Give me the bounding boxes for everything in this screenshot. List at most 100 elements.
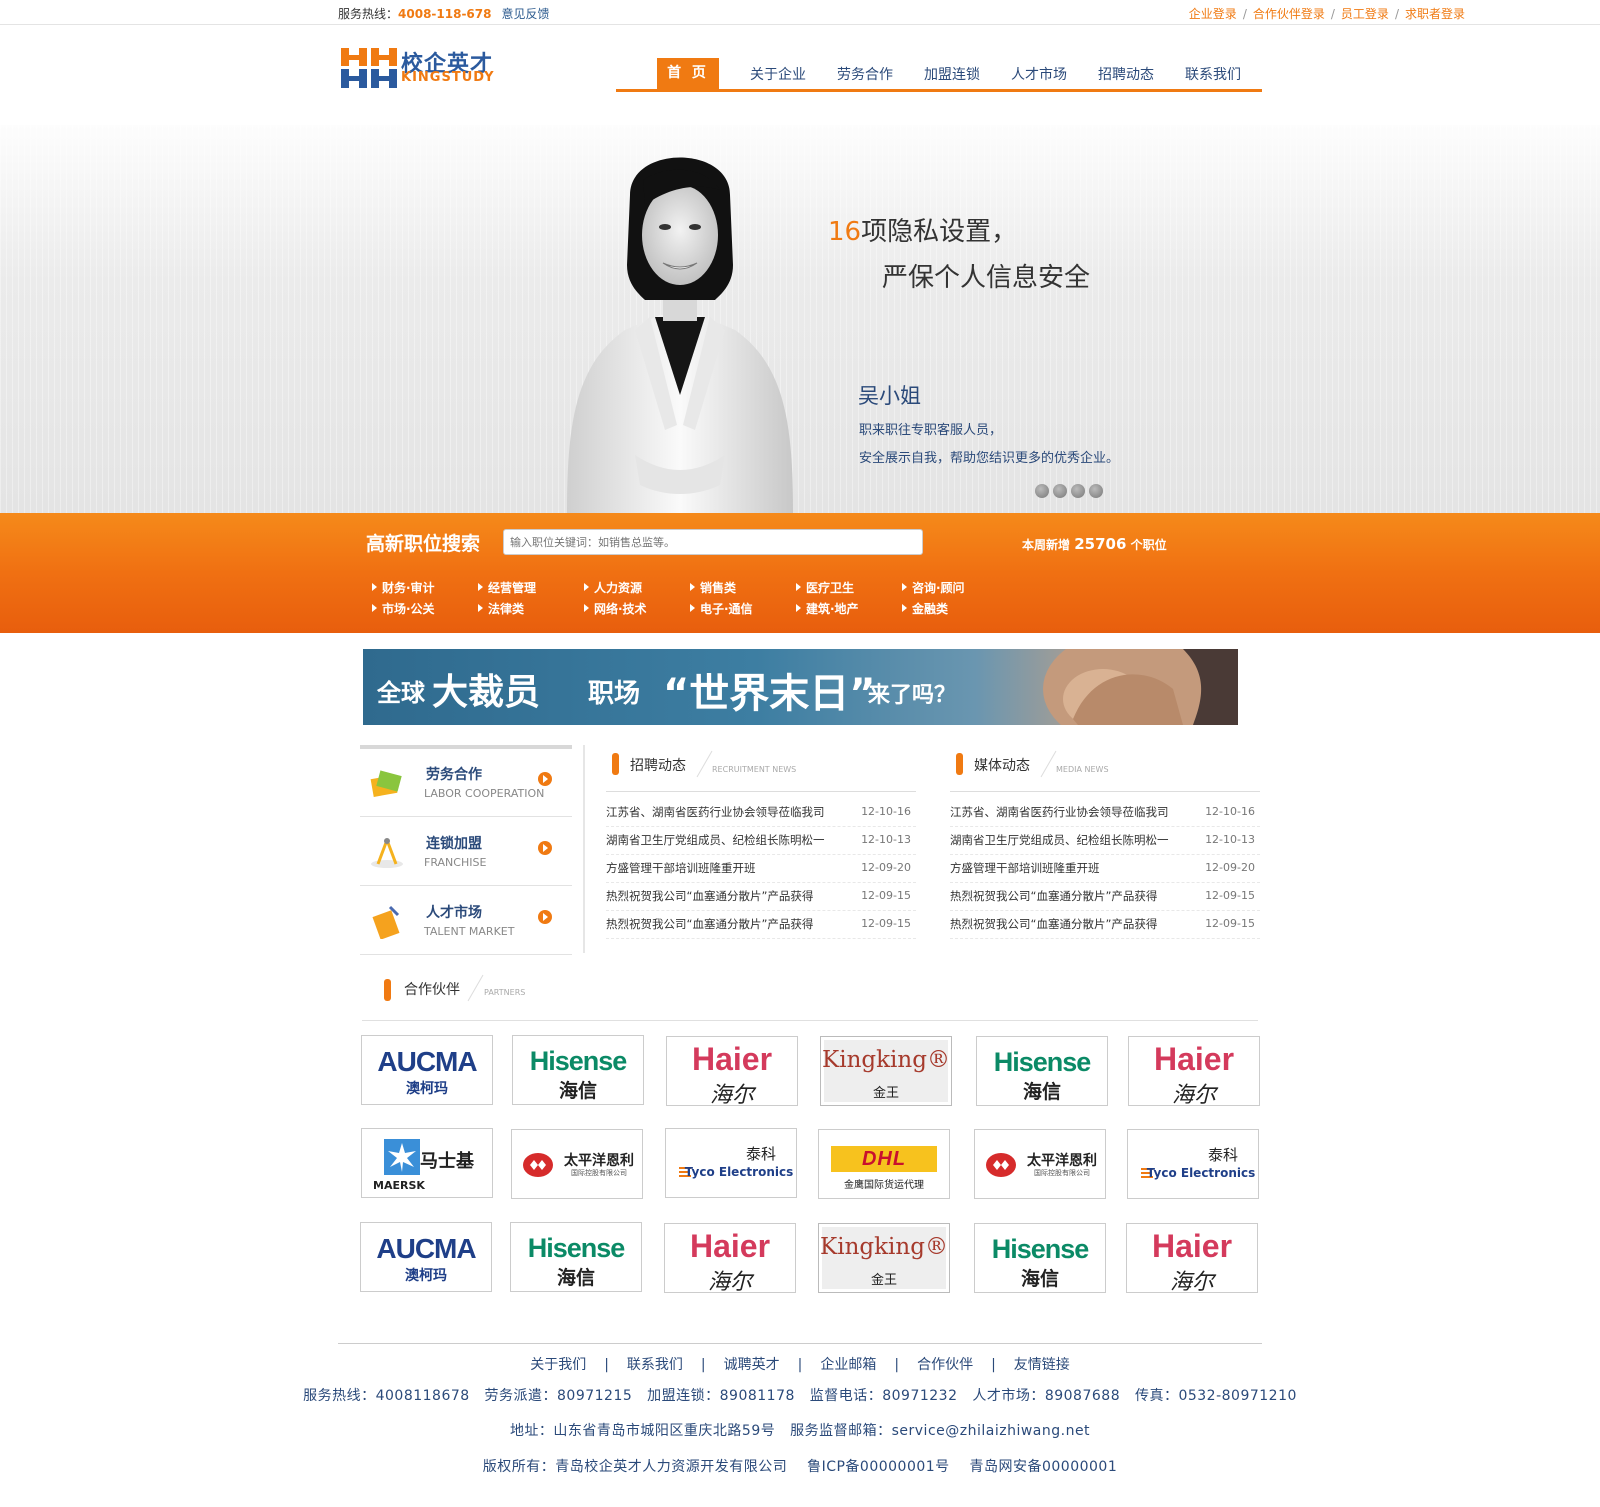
logo-text-en: KINGSTUDY — [401, 70, 495, 85]
footer-separator: | — [991, 1357, 996, 1373]
footer-link-friends[interactable]: 友情链接 — [1014, 1357, 1070, 1373]
list-item[interactable]: 热烈祝贺我公司“血塞通分散片”产品获得 12-09-15 — [950, 911, 1260, 939]
slider-dot[interactable] — [1071, 484, 1085, 498]
site-logo[interactable]: 校企英才 KINGSTUDY — [341, 46, 511, 90]
news-title: 湖南省卫生厅党组成员、纪检组长陈明松一 — [950, 833, 1169, 847]
news-date: 12-09-15 — [1205, 917, 1255, 930]
footer-link-contact[interactable]: 联系我们 — [627, 1357, 683, 1373]
section-marker — [956, 753, 963, 775]
partner-logo-hisense[interactable]: Hisense 海信 — [976, 1036, 1108, 1106]
partner-logo-pacific[interactable]: 太平洋恩利 国际控股有限公司 — [511, 1129, 643, 1199]
partner-name-cn: 澳柯玛 — [406, 1081, 448, 1097]
partner-name-cn: 金王 — [872, 1086, 899, 1101]
main-nav: 首 页 关于企业 劳务合作 加盟连锁 人才市场 招聘动态 联系我们 — [616, 58, 1262, 92]
partner-logo-haier[interactable]: Haier 海尔 — [664, 1223, 796, 1293]
footer-rule — [338, 1343, 1262, 1344]
side-item-talent[interactable]: 人才市场 TALENT MARKET — [360, 887, 572, 955]
category-link[interactable]: 销售类 — [690, 579, 736, 596]
category-link[interactable]: 经营管理 — [478, 579, 536, 596]
category-link[interactable]: 电子·通信 — [690, 600, 753, 617]
nav-franchise[interactable]: 加盟连锁 — [924, 64, 980, 84]
news-list: 江苏省、湖南省医药行业协会领导莅临我司 12-10-16 湖南省卫生厅党组成员、纪… — [950, 799, 1260, 939]
category-link[interactable]: 医疗卫生 — [796, 579, 854, 596]
category-link[interactable]: 网络·技术 — [584, 600, 647, 617]
partner-name-cn: 太平洋恩利 — [564, 1153, 634, 1169]
news-date: 12-10-16 — [861, 805, 911, 818]
list-item[interactable]: 热烈祝贺我公司“血塞通分散片”产品获得 12-09-15 — [606, 911, 916, 939]
category-link[interactable]: 人力资源 — [584, 579, 642, 596]
category-link[interactable]: 市场·公关 — [372, 600, 435, 617]
slider-dot[interactable] — [1035, 484, 1049, 498]
nav-recruit[interactable]: 招聘动态 — [1098, 64, 1154, 84]
list-item[interactable]: 热烈祝贺我公司“血塞通分散片”产品获得 12-09-15 — [950, 883, 1260, 911]
partner-name: DHL — [861, 1148, 907, 1170]
partner-name-cn: 海信 — [1020, 1268, 1059, 1290]
section-subtitle: RECRUITMENT NEWS — [712, 765, 797, 774]
partner-logo-haier[interactable]: Haier 海尔 — [1128, 1036, 1260, 1106]
section-title: 合作伙伴 — [404, 982, 460, 998]
news-date: 12-10-13 — [1205, 833, 1255, 846]
slider-dot[interactable] — [1053, 484, 1067, 498]
partner-logo-haier[interactable]: Haier 海尔 — [666, 1036, 798, 1106]
hotline-number: 4008-118-678 — [398, 7, 492, 21]
footer-link-careers[interactable]: 诚聘英才 — [724, 1357, 780, 1373]
footer-link-partners[interactable]: 合作伙伴 — [917, 1357, 973, 1373]
partner-logo-dhl[interactable]: DHL 金鹰国际货运代理 — [818, 1129, 950, 1199]
arrow-right-icon — [538, 772, 552, 786]
partner-logo-hisense[interactable]: Hisense 海信 — [510, 1222, 642, 1292]
partner-logo-haier[interactable]: Haier 海尔 — [1126, 1223, 1258, 1293]
partner-logo-hisense[interactable]: Hisense 海信 — [974, 1223, 1106, 1293]
side-item-labor[interactable]: 劳务合作 LABOR COOPERATION — [360, 749, 572, 817]
arrow-right-icon — [538, 910, 552, 924]
category-link[interactable]: 咨询·顾问 — [902, 579, 965, 596]
category-link[interactable]: 财务·审计 — [372, 579, 435, 596]
jobseeker-login-link[interactable]: 求职者登录 — [1405, 7, 1465, 21]
category-link[interactable]: 法律类 — [478, 600, 524, 617]
partner-name: Tyco Electronics — [684, 1165, 794, 1179]
section-marker — [612, 753, 619, 775]
list-item[interactable]: 湖南省卫生厅党组成员、纪检组长陈明松一 12-10-13 — [606, 827, 916, 855]
list-item[interactable]: 方盛管理干部培训班隆重开班 12-09-20 — [606, 855, 916, 883]
nav-labor[interactable]: 劳务合作 — [837, 64, 893, 84]
hero-headline-text: 项隐私设置， — [861, 217, 1018, 247]
enterprise-login-link[interactable]: 企业登录 — [1189, 7, 1237, 21]
side-item-subtitle: LABOR COOPERATION — [424, 787, 545, 800]
nav-contact[interactable]: 联系我们 — [1185, 64, 1241, 84]
weekly-new-count: 本周新增 25706 个职位 — [1022, 535, 1167, 553]
partner-logo-pacific[interactable]: 太平洋恩利 国际控股有限公司 — [974, 1129, 1106, 1199]
hero-slider: 16项隐私设置， 严保个人信息安全 吴小姐 职来职往专职客服人员， 安全展示自我… — [0, 125, 1600, 513]
nav-about[interactable]: 关于企业 — [750, 64, 806, 84]
partner-logo-aucma[interactable]: AUCMA 澳柯玛 — [361, 1035, 493, 1105]
footer-link-mail[interactable]: 企业邮箱 — [820, 1357, 876, 1373]
employee-login-link[interactable]: 员工登录 — [1341, 7, 1389, 21]
partner-logo-kingking[interactable]: Kingking® 金王 — [818, 1223, 950, 1293]
slider-dot[interactable] — [1089, 484, 1103, 498]
category-link[interactable]: 金融类 — [902, 600, 948, 617]
feedback-link[interactable]: 意见反馈 — [501, 7, 549, 21]
layoff-ad-banner[interactable]: 全球 大裁员 职场 “世界末日” 来了吗？ — [363, 649, 1238, 725]
partner-logo-tyco[interactable]: 泰科 Tyco Electronics — [665, 1128, 797, 1198]
footer-address: 地址：山东省青岛市城阳区重庆北路59号 服务监督邮箱：service@zhila… — [509, 1423, 1091, 1439]
footer-link-about[interactable]: 关于我们 — [530, 1357, 586, 1373]
partner-logo-maersk[interactable]: 马士基 MAERSK — [361, 1128, 493, 1198]
nav-talent[interactable]: 人才市场 — [1011, 64, 1067, 84]
partner-logo-hisense[interactable]: Hisense 海信 — [512, 1035, 644, 1105]
list-item[interactable]: 热烈祝贺我公司“血塞通分散片”产品获得 12-09-15 — [606, 883, 916, 911]
partner-logo-tyco[interactable]: 泰科 Tyco Electronics — [1127, 1129, 1259, 1199]
list-item[interactable]: 江苏省、湖南省医药行业协会领导莅临我司 12-10-16 — [606, 799, 916, 827]
list-item[interactable]: 江苏省、湖南省医药行业协会领导莅临我司 12-10-16 — [950, 799, 1260, 827]
hero-name: 吴小姐 — [858, 384, 921, 408]
partner-logo-aucma[interactable]: AUCMA 澳柯玛 — [360, 1222, 492, 1292]
side-item-franchise[interactable]: 连锁加盟 FRANCHISE — [360, 818, 572, 886]
list-item[interactable]: 湖南省卫生厅党组成员、纪检组长陈明松一 12-10-13 — [950, 827, 1260, 855]
partner-subtitle: 国际控股有限公司 — [1034, 1169, 1090, 1177]
partner-logo-kingking[interactable]: Kingking® 金王 — [820, 1036, 952, 1106]
nav-home[interactable]: 首 页 — [657, 58, 719, 89]
list-item[interactable]: 方盛管理干部培训班隆重开班 12-09-20 — [950, 855, 1260, 883]
partners-header: 合作伙伴 PARTNERS — [384, 974, 584, 1003]
partner-login-link[interactable]: 合作伙伴登录 — [1253, 7, 1325, 21]
job-search-input[interactable] — [503, 529, 923, 555]
category-link[interactable]: 建筑·地产 — [796, 600, 859, 617]
partner-name-cn: 海尔 — [1169, 1270, 1214, 1293]
section-title: 招聘动态 — [630, 758, 686, 774]
